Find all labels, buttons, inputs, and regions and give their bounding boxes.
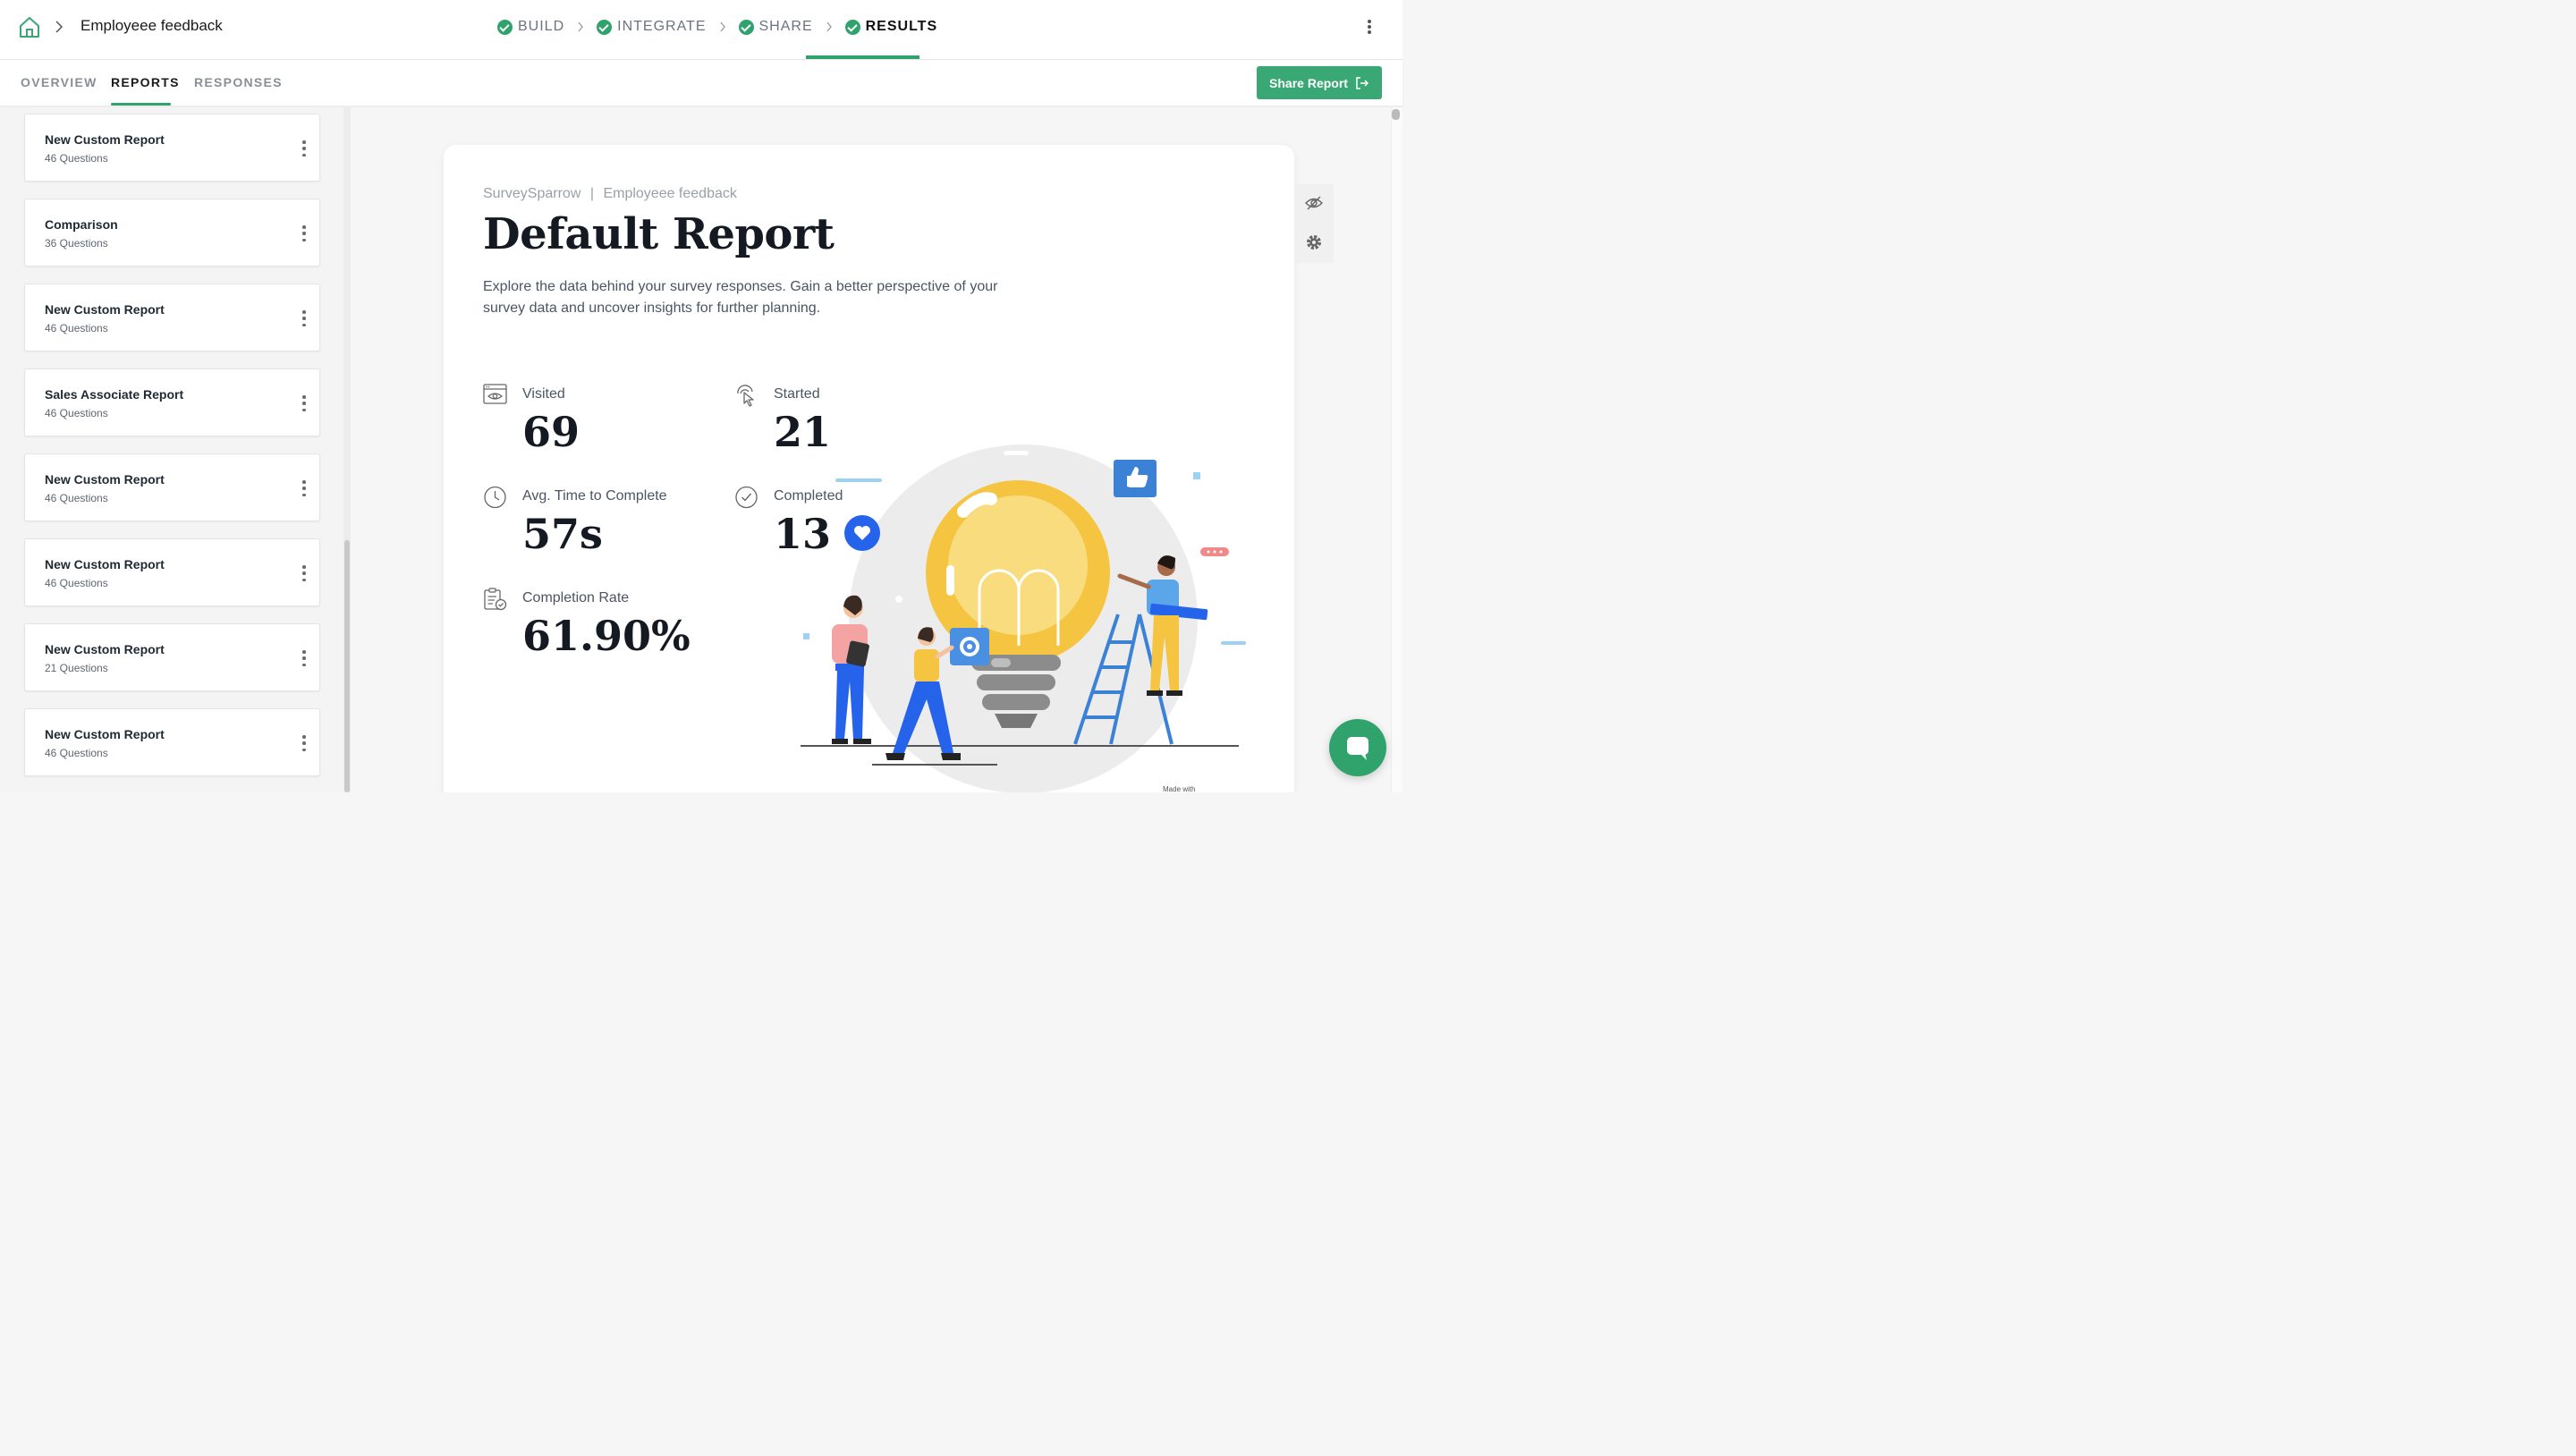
stat-value: 61.90% <box>522 612 691 660</box>
export-icon <box>1356 76 1369 89</box>
report-card[interactable]: New Custom Report 46 Questions <box>24 538 320 606</box>
chevron-right-icon <box>719 21 725 32</box>
report-card[interactable]: Comparison 36 Questions <box>24 199 320 267</box>
report-brand-line: SurveySparrow | Employeee feedback <box>483 186 737 202</box>
share-report-button[interactable]: Share Report <box>1257 66 1382 99</box>
eye-off-icon[interactable] <box>1304 193 1324 213</box>
made-with-text: Made with <box>1163 785 1196 792</box>
clipboard-check-icon <box>484 588 507 611</box>
stat-label: Completion Rate <box>522 590 630 605</box>
report-card[interactable]: New Custom Report 21 Questions <box>24 623 320 691</box>
reports-sidebar: New Custom Report 46 Questions Compariso… <box>0 107 351 792</box>
more-options-icon[interactable] <box>301 395 308 411</box>
active-tab-indicator <box>111 103 171 106</box>
step-share[interactable]: SHARE <box>738 16 813 38</box>
report-card-title: New Custom Report <box>45 302 165 317</box>
report-card-title: New Custom Report <box>45 472 165 487</box>
chevron-right-icon <box>826 21 832 32</box>
home-icon[interactable] <box>18 15 41 38</box>
report-card-title: New Custom Report <box>45 557 165 571</box>
step-integrate[interactable]: INTEGRATE <box>597 16 706 38</box>
report-card-title: Sales Associate Report <box>45 387 184 402</box>
report-tools-panel <box>1295 184 1334 263</box>
report-card-question-count: 21 Questions <box>45 662 108 674</box>
main-scrollbar-track[interactable] <box>1391 107 1402 792</box>
stat-value: 57s <box>522 510 603 558</box>
more-options-icon[interactable] <box>301 310 308 326</box>
report-card-title: New Custom Report <box>45 727 165 741</box>
report-card-title: Comparison <box>45 217 118 232</box>
check-circle-icon <box>597 19 613 35</box>
tab-responses[interactable]: RESPONSES <box>194 75 283 89</box>
check-circle-icon <box>497 19 513 35</box>
chevron-right-icon <box>578 21 584 32</box>
chat-support-button[interactable] <box>1329 719 1386 776</box>
survey-title[interactable]: Employeee feedback <box>80 17 223 35</box>
report-canvas: SurveySparrow | Employeee feedback Defau… <box>351 107 1402 792</box>
report-card-question-count: 46 Questions <box>45 492 108 504</box>
chat-bubble-icon <box>1347 737 1368 760</box>
report-card-question-count: 46 Questions <box>45 407 108 419</box>
stat-label: Avg. Time to Complete <box>522 488 667 504</box>
step-label: SHARE <box>758 19 813 34</box>
check-circle-icon <box>738 19 754 35</box>
survey-name: Employeee feedback <box>603 186 737 201</box>
share-report-label: Share Report <box>1269 75 1348 90</box>
report-card-question-count: 46 Questions <box>45 577 108 589</box>
report-card-preview: SurveySparrow | Employeee feedback Defau… <box>444 145 1294 792</box>
step-results[interactable]: RESULTS <box>844 16 938 38</box>
report-card-title: New Custom Report <box>45 132 165 147</box>
stat-value: 69 <box>522 408 580 456</box>
check-circle-icon <box>844 19 860 35</box>
report-title: Default Report <box>483 209 835 259</box>
lightbulb-idea-illustration <box>801 444 1246 792</box>
more-options-icon[interactable] <box>301 480 308 496</box>
step-label: BUILD <box>518 19 565 34</box>
more-options-icon[interactable] <box>1361 17 1377 37</box>
report-card-question-count: 46 Questions <box>45 747 108 759</box>
report-card[interactable]: New Custom Report 46 Questions <box>24 114 320 182</box>
check-circle-icon <box>735 486 758 509</box>
report-card-question-count: 46 Questions <box>45 152 108 165</box>
main-scrollbar-thumb[interactable] <box>1392 109 1400 120</box>
clock-icon <box>484 486 506 509</box>
pointer-click-icon <box>737 385 754 407</box>
step-build[interactable]: BUILD <box>497 16 564 38</box>
more-options-icon[interactable] <box>301 225 308 241</box>
brand-name: SurveySparrow <box>483 186 581 201</box>
top-bar: Employeee feedback BUILD INTEGRATE SHARE… <box>0 0 1402 60</box>
report-card[interactable]: New Custom Report 46 Questions <box>24 708 320 776</box>
report-card-question-count: 36 Questions <box>45 237 108 250</box>
report-card[interactable]: New Custom Report 46 Questions <box>24 453 320 521</box>
tab-overview[interactable]: OVERVIEW <box>21 75 97 89</box>
report-card-title: New Custom Report <box>45 642 165 656</box>
more-options-icon[interactable] <box>301 650 308 666</box>
workflow-steps: BUILD INTEGRATE SHARE RESULTS <box>497 16 937 38</box>
active-step-indicator <box>806 55 919 59</box>
report-card-question-count: 46 Questions <box>45 322 108 334</box>
sub-navigation: OVERVIEW REPORTS RESPONSES Share Report <box>0 60 1402 106</box>
tab-reports[interactable]: REPORTS <box>111 75 180 89</box>
report-card[interactable]: Sales Associate Report 46 Questions <box>24 368 320 436</box>
more-options-icon[interactable] <box>301 565 308 581</box>
step-label: RESULTS <box>865 19 938 34</box>
step-label: INTEGRATE <box>617 19 707 34</box>
stat-label: Started <box>774 386 820 402</box>
report-description: Explore the data behind your survey resp… <box>483 279 998 316</box>
more-options-icon[interactable] <box>301 735 308 751</box>
more-options-icon[interactable] <box>301 140 308 157</box>
stat-label: Visited <box>522 386 565 402</box>
sidebar-scrollbar-thumb[interactable] <box>344 540 350 792</box>
brand-separator: | <box>589 186 594 201</box>
eye-browser-icon <box>483 384 507 404</box>
report-card[interactable]: New Custom Report 46 Questions <box>24 284 320 351</box>
chevron-right-icon <box>55 21 64 33</box>
gear-icon[interactable] <box>1304 233 1324 252</box>
